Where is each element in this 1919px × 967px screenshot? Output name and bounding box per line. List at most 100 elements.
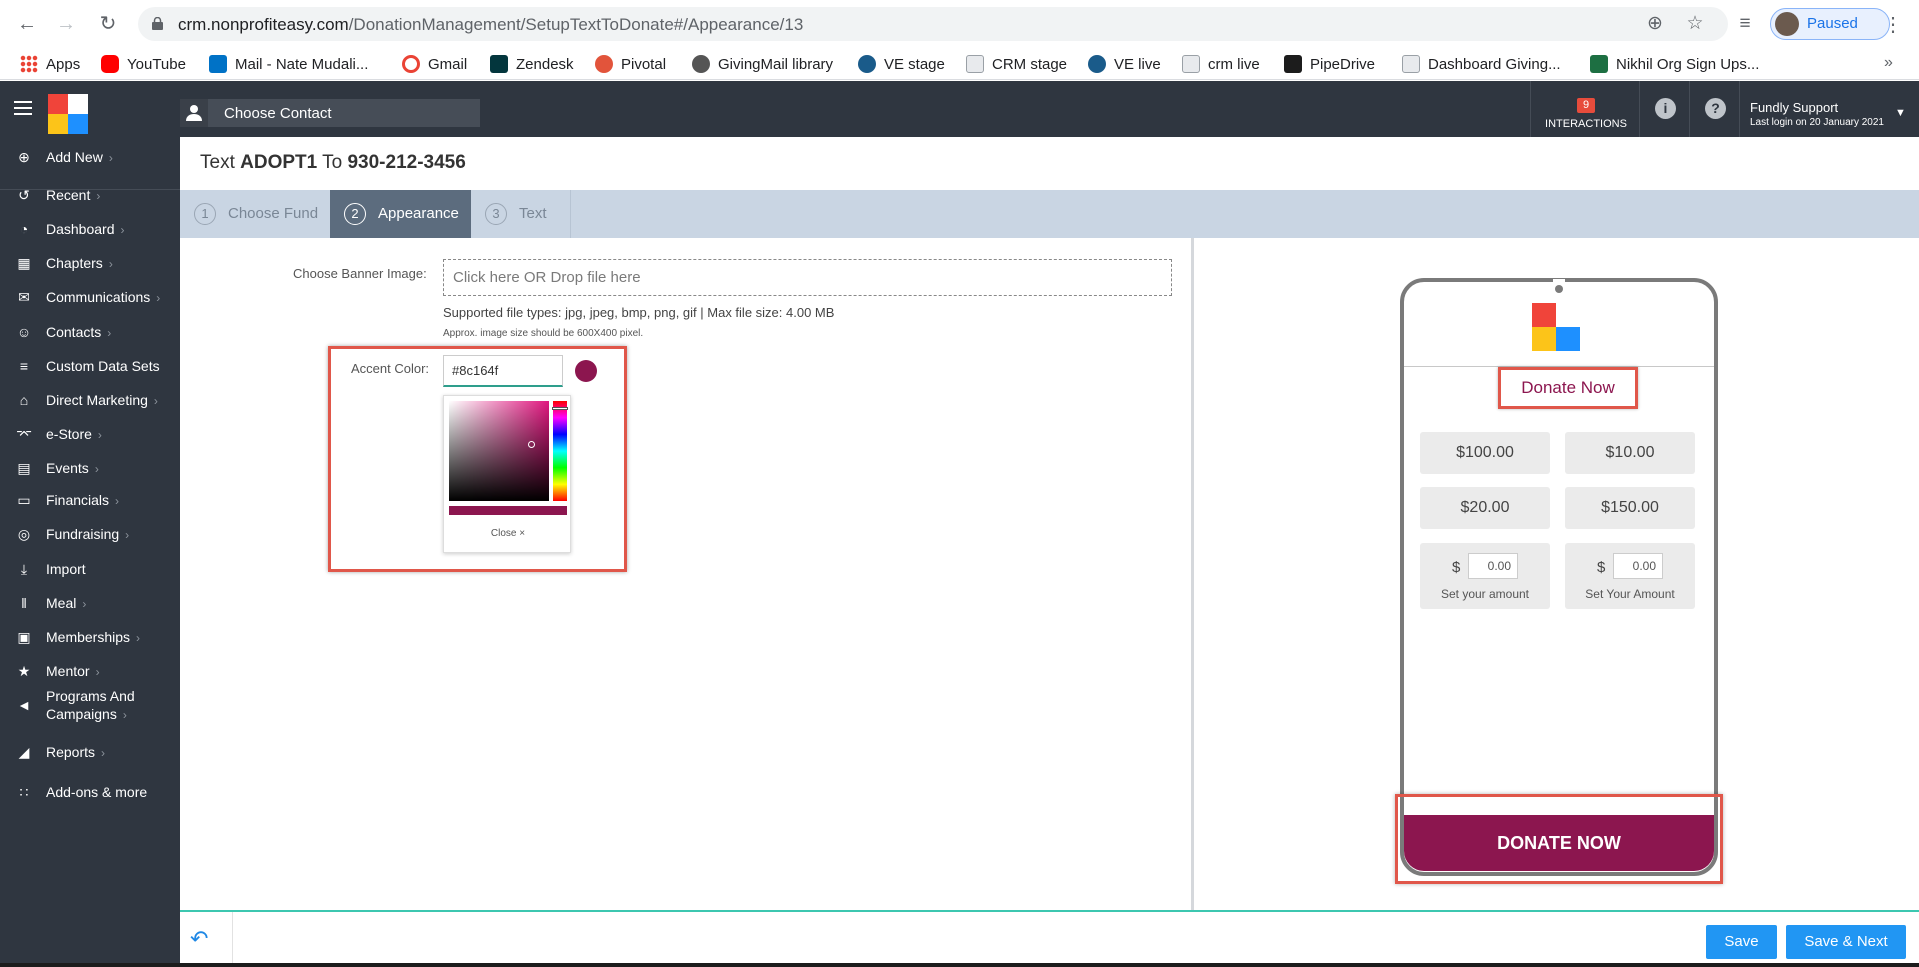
step-choose-fund[interactable]: 1 Choose Fund <box>180 190 330 238</box>
info-button[interactable]: i <box>1640 81 1690 137</box>
choose-contact-field[interactable]: Choose Contact <box>180 99 480 127</box>
url-text: crm.nonprofiteasy.com/DonationManagement… <box>178 15 804 34</box>
back-arrow-icon[interactable]: ← <box>14 11 40 37</box>
bookmark-mail[interactable]: Mail - Nate Mudali... <box>209 53 368 75</box>
sidebar-item-label: Events › <box>46 460 99 476</box>
save-button[interactable]: Save <box>1706 925 1777 959</box>
chevron-right-icon: › <box>82 597 87 611</box>
bookmark-dashboard-giving[interactable]: Dashboard Giving... <box>1402 53 1561 75</box>
chevron-right-icon: › <box>120 223 125 237</box>
amount-option[interactable]: $100.00 <box>1420 432 1550 474</box>
calendar-icon: ▤ <box>17 460 31 476</box>
save-next-button[interactable]: Save & Next <box>1786 925 1906 959</box>
sidebar-item-add-ons-more[interactable]: ∷ Add-ons & more <box>0 772 180 812</box>
custom-amount-caption: Set Your Amount <box>1585 587 1675 601</box>
hue-slider[interactable] <box>553 401 567 501</box>
bookmark-gmail[interactable]: Gmail <box>402 53 467 75</box>
chevron-right-icon: › <box>125 528 130 542</box>
custom-amount-input[interactable]: 0.00 <box>1613 553 1663 579</box>
help-button[interactable]: ? <box>1690 81 1740 137</box>
sidebar-item-reports[interactable]: ◢ Reports › <box>0 732 180 772</box>
apps-grid-icon <box>20 55 38 73</box>
chevron-right-icon: › <box>97 428 102 442</box>
hamburger-menu-icon[interactable] <box>14 101 32 115</box>
chevron-right-icon: › <box>108 257 113 271</box>
bookmark-ve-stage[interactable]: VE stage <box>858 53 945 75</box>
interactions-label: INTERACTIONS <box>1545 118 1627 130</box>
sidebar-item-label: Communications › <box>46 289 161 305</box>
org-logo[interactable] <box>48 94 88 134</box>
sidebar-item-label: Meal › <box>46 595 87 611</box>
color-cursor[interactable] <box>528 441 535 448</box>
sidebar-item-add-new[interactable]: ⊕ Add New › <box>0 137 180 177</box>
preview-donate-button[interactable]: DONATE NOW <box>1404 815 1714 871</box>
layers-icon: ≡ <box>19 358 29 374</box>
chevron-right-icon: › <box>153 394 158 408</box>
document-icon <box>966 55 984 73</box>
step-appearance[interactable]: 2 Appearance <box>330 190 471 238</box>
sidebar-item-label: e-Store › <box>46 426 102 442</box>
profile-button[interactable]: Paused <box>1770 8 1890 40</box>
wizard-steps: 1 Choose Fund 2 Appearance 3 Text <box>180 190 1919 238</box>
mentor-icon: ★ <box>17 663 31 679</box>
sidebar-item-programs-and[interactable]: ◄ Programs And Campaigns › <box>0 685 180 725</box>
grid-icon: ▦ <box>17 255 31 271</box>
bookmarks-overflow-icon[interactable]: » <box>1884 54 1893 72</box>
bookmark-apps[interactable]: Apps <box>20 53 80 75</box>
sidebar-item-communications[interactable]: ✉ Communications › <box>0 277 180 317</box>
media-queue-icon[interactable]: ≡ <box>1733 12 1757 36</box>
document-icon <box>1402 55 1420 73</box>
person-icon <box>180 99 208 127</box>
banner-dropzone[interactable]: Click here OR Drop file here <box>443 259 1172 296</box>
bookmark-ve-live[interactable]: VE live <box>1088 53 1161 75</box>
amount-option[interactable]: $10.00 <box>1565 432 1695 474</box>
bookmark-crm-live[interactable]: crm live <box>1182 53 1260 75</box>
step-number: 2 <box>344 203 366 225</box>
sidebar-item-label: Programs And Campaigns › <box>46 688 135 722</box>
bookmark-nikhil-org[interactable]: Nikhil Org Sign Ups... <box>1590 53 1759 75</box>
star-icon[interactable]: ☆ <box>1683 12 1707 36</box>
bookmark-pipedrive[interactable]: PipeDrive <box>1284 53 1375 75</box>
interactions-button[interactable]: 9 INTERACTIONS <box>1530 81 1640 137</box>
sidebar-item-label: Recent › <box>46 187 101 203</box>
bookmark-crm-stage[interactable]: CRM stage <box>966 53 1067 75</box>
saturation-area[interactable] <box>449 401 549 501</box>
preview-donate-link[interactable]: Donate Now <box>1498 367 1638 409</box>
hue-slider-handle[interactable] <box>552 407 568 410</box>
more-menu-icon[interactable]: ⋮ <box>1883 12 1903 37</box>
zoom-icon[interactable]: ⊕ <box>1643 12 1667 36</box>
user-menu[interactable]: Fundly Support Last login on 20 January … <box>1750 100 1906 128</box>
undo-back-icon[interactable]: ↶ <box>190 928 218 950</box>
amount-option[interactable]: $20.00 <box>1420 487 1550 529</box>
step-label: Choose Fund <box>228 205 319 222</box>
apps-icon: ∷ <box>19 784 29 800</box>
bookmark-youtube[interactable]: YouTube <box>101 53 186 75</box>
step-number: 3 <box>485 203 507 225</box>
sidebar-item-fundraising[interactable]: ◎ Fundraising › <box>0 514 180 554</box>
user-name: Fundly Support <box>1750 100 1839 115</box>
window-bottom-edge <box>0 963 1919 967</box>
forward-arrow-icon[interactable]: → <box>53 11 79 37</box>
accent-color-input[interactable] <box>443 355 563 387</box>
address-bar[interactable]: crm.nonprofiteasy.com/DonationManagement… <box>138 7 1728 41</box>
amount-option[interactable]: $150.00 <box>1565 487 1695 529</box>
picker-close-button[interactable]: Close × <box>444 528 572 539</box>
givingmail-icon <box>692 55 710 73</box>
step-label: Text <box>519 205 547 222</box>
accent-color-label: Accent Color: <box>351 361 430 376</box>
reload-icon[interactable]: ↻ <box>95 11 121 37</box>
avatar <box>1775 12 1799 36</box>
step-text[interactable]: 3 Text <box>471 190 571 238</box>
caret-down-icon: ▼ <box>1895 107 1906 119</box>
accent-color-swatch[interactable] <box>575 360 597 382</box>
pivotal-icon <box>595 55 613 73</box>
sidebar-item-label: Mentor › <box>46 663 100 679</box>
app-header: Choose Contact 9 INTERACTIONS i ? Fundly… <box>0 81 1919 137</box>
info-icon: i <box>1655 98 1676 119</box>
cutlery-icon: ‖ <box>21 595 27 611</box>
custom-amount-input[interactable]: 0.00 <box>1468 553 1518 579</box>
custom-amount-caption: Set your amount <box>1440 587 1530 601</box>
bookmark-zendesk[interactable]: Zendesk <box>490 53 574 75</box>
bookmark-pivotal[interactable]: Pivotal <box>595 53 666 75</box>
bookmark-givingmail[interactable]: GivingMail library <box>692 53 833 75</box>
